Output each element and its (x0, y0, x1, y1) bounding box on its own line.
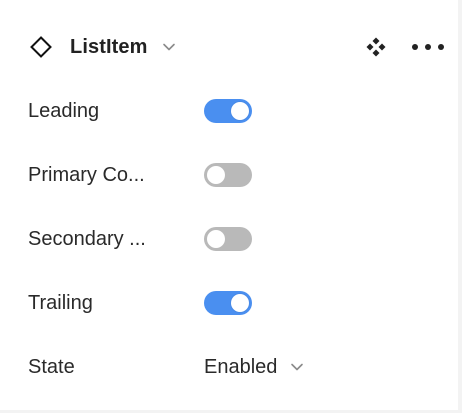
toggle-knob (207, 230, 225, 248)
trailing-toggle[interactable] (204, 291, 252, 315)
chevron-down-icon (289, 359, 305, 375)
component-title[interactable]: ListItem (70, 36, 147, 59)
property-label: Leading (28, 99, 100, 122)
state-select-value: Enabled (204, 355, 278, 378)
toggle-knob (231, 294, 249, 312)
toggle-knob (231, 102, 249, 120)
chevron-down-icon[interactable] (161, 39, 177, 55)
property-row-primary-content: Primary Co... (28, 158, 448, 192)
property-label: State (28, 355, 75, 378)
panel-border-right (458, 0, 462, 413)
state-select[interactable]: Enabled (204, 350, 305, 384)
property-label: Secondary ... (28, 227, 146, 250)
toggle-knob (207, 166, 225, 184)
property-row-secondary: Secondary ... (28, 222, 448, 256)
instance-icon[interactable] (364, 35, 388, 59)
leading-toggle[interactable] (204, 99, 252, 123)
more-icon[interactable] (410, 35, 446, 59)
property-label: Trailing (28, 291, 93, 314)
property-label: Primary Co... (28, 163, 145, 186)
primary-content-toggle[interactable] (204, 163, 252, 187)
property-row-leading: Leading (28, 94, 448, 128)
property-row-state: State Enabled (28, 350, 448, 384)
component-diamond-icon (28, 34, 54, 60)
component-header: ListItem (28, 30, 448, 64)
property-row-trailing: Trailing (28, 286, 448, 320)
secondary-toggle[interactable] (204, 227, 252, 251)
properties-panel: ListItem Leading Primary Co... Secondary… (0, 0, 458, 413)
